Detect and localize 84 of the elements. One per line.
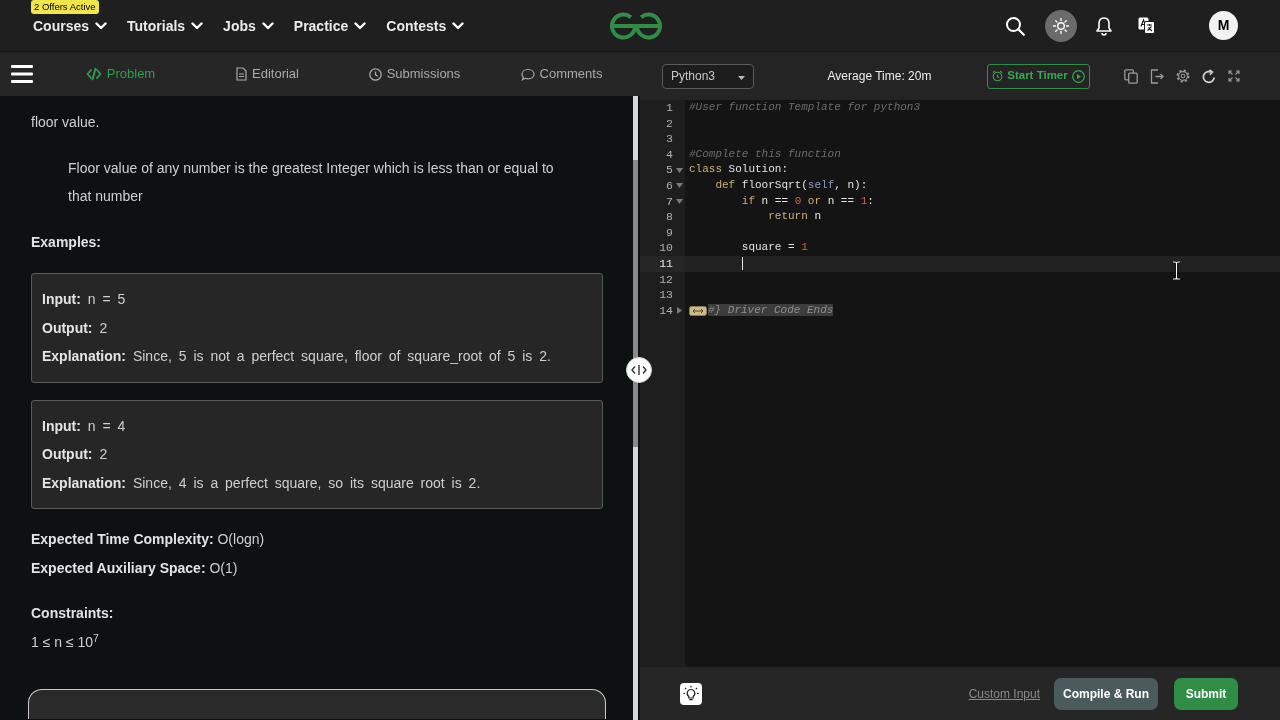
bell-icon[interactable] (1095, 15, 1113, 36)
start-timer-button[interactable]: Start Timer (987, 63, 1090, 89)
expand-icon[interactable] (1228, 70, 1240, 82)
nav-menu[interactable]: Practice (293, 15, 367, 36)
paragraph: floor value. (31, 113, 101, 132)
avatar[interactable]: M (1209, 11, 1238, 40)
chevron-down-icon (191, 21, 204, 30)
offers-badge[interactable]: 2 Offers Active (31, 0, 99, 14)
settings-icon[interactable] (1176, 69, 1190, 83)
split-handle-icon[interactable] (626, 357, 652, 383)
text-cursor-icon (1172, 261, 1181, 280)
code-line: if n == 0 or n == 1: (741, 193, 874, 209)
line-number: 4 (666, 146, 673, 163)
alarm-clock-icon (992, 70, 1004, 82)
code-line: #User function Template for python3 (689, 100, 921, 115)
code-icon (85, 67, 102, 81)
tab[interactable]: Problem (85, 64, 156, 84)
logo-icon[interactable] (607, 10, 664, 41)
line-number: 1 (666, 100, 673, 116)
complexity-line: Expected Auxiliary Space: O(1) (31, 559, 239, 578)
line-number: 10 (659, 240, 673, 256)
sun-icon[interactable] (1045, 9, 1077, 42)
translate-icon[interactable] (1138, 17, 1155, 34)
fold-arrow-icon[interactable] (676, 307, 682, 314)
line-number: 14 (659, 302, 673, 319)
document-icon (236, 67, 247, 81)
line-number: 2 (666, 115, 673, 132)
play-circle-icon (1071, 69, 1085, 83)
text-caret (741, 257, 743, 271)
section-heading: Examples: (31, 233, 103, 252)
menu-icon[interactable] (11, 64, 33, 84)
submit-button[interactable]: Submit (1174, 677, 1238, 710)
tab[interactable]: Submissions (368, 64, 461, 84)
compile-run-button[interactable]: Compile & Run (1054, 677, 1158, 710)
nav-menu[interactable]: Courses (33, 15, 108, 36)
search-icon[interactable] (1005, 15, 1025, 36)
chevron-down-icon (354, 21, 367, 30)
line-number: 6 (666, 177, 673, 194)
code-line: class Solution: (689, 162, 789, 178)
chevron-down-icon (95, 21, 108, 30)
language-select[interactable]: Python3 (662, 63, 754, 89)
example-line: Input: n = 4 (42, 416, 127, 436)
copy-icon[interactable] (1124, 68, 1138, 84)
complexity-line: Expected Time Complexity: O(logn) (31, 530, 266, 549)
speech-bubble-icon (520, 67, 535, 81)
fold-arrow-icon[interactable] (675, 167, 683, 173)
example-line: Explanation: Since, 4 is a perfect square, so its square root is 2. (42, 473, 482, 493)
chevron-down-icon (452, 21, 465, 30)
chevron-down-icon (261, 21, 274, 30)
fold-placeholder-icon[interactable] (689, 305, 707, 316)
tab[interactable]: Editorial (236, 64, 299, 84)
nav-menu[interactable]: Jobs (223, 15, 274, 36)
line-number: 12 (659, 271, 673, 288)
code-line: square = 1 (741, 240, 808, 256)
line-number: 8 (666, 209, 673, 225)
lightbulb-icon[interactable] (680, 682, 702, 705)
refresh-icon[interactable] (1202, 68, 1216, 84)
exit-icon[interactable] (1150, 68, 1164, 84)
note-paragraph: Floor value of any number is the greatest Integer which is less than or equal to that number (68, 159, 555, 206)
constraint-text: 1 ≤ n ≤ 10$^{7}$ (31, 630, 99, 652)
line-number: 11 (659, 255, 673, 272)
line-number: 5 (666, 162, 673, 178)
section-heading: Constraints: (31, 604, 115, 623)
fold-arrow-icon[interactable] (675, 183, 683, 189)
fold-arrow-icon[interactable] (675, 198, 683, 204)
average-time: Average Time: 20m (827, 68, 932, 85)
code-line: #Complete this function (689, 146, 841, 162)
tab[interactable]: Comments (520, 64, 603, 84)
clock-icon (368, 67, 382, 81)
code-line: return n (768, 209, 822, 225)
line-number: 3 (666, 131, 673, 147)
example-line: Output: 2 (42, 445, 109, 464)
code-line: def floorSqrt(self, n): (715, 177, 868, 193)
line-number: 7 (666, 193, 673, 210)
example-line: Explanation: Since, 5 is not a perfect square, floor of square_root of 5 is 2. (42, 347, 552, 366)
nav-menu[interactable]: Contests (386, 15, 465, 36)
line-number: 9 (666, 224, 673, 241)
custom-input-link[interactable]: Custom Input (968, 684, 1040, 703)
line-number: 13 (659, 287, 673, 303)
scrollbar-thumb[interactable] (633, 160, 638, 447)
nav-menu[interactable]: Tutorials (127, 15, 204, 36)
example-line: Output: 2 (42, 318, 109, 338)
example-line: Input: n = 5 (42, 290, 127, 309)
caret-down-icon (738, 76, 745, 80)
